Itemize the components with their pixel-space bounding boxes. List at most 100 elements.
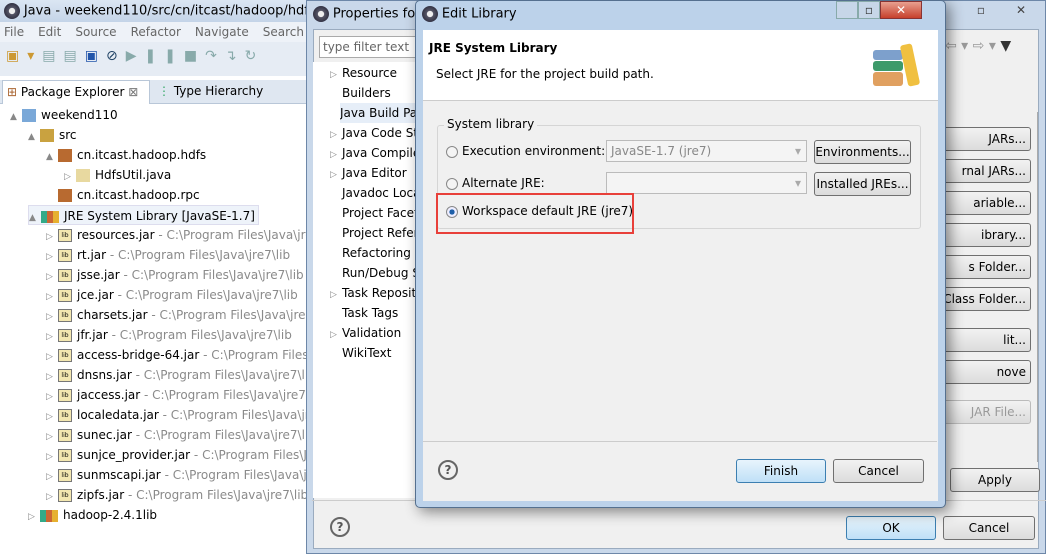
expand-toggle-icon[interactable]: ▷ <box>330 165 342 183</box>
expand-toggle-icon[interactable]: ▷ <box>46 387 58 407</box>
expand-toggle-icon[interactable]: ▲ <box>28 127 40 147</box>
tree-item[interactable]: ▷ lib jfr.jar - C:\Program Files\Java\jre7… <box>46 325 292 345</box>
menu-source[interactable]: Source <box>75 22 116 42</box>
finish-button[interactable]: Finish <box>736 459 826 483</box>
tree-item[interactable]: ▷ lib sunjce_provider.jar - C:\Program Fil… <box>46 445 306 465</box>
tree-item[interactable]: ▷ lib jsse.jar - C:\Program Files\Java\jre… <box>46 265 304 285</box>
close-button[interactable]: ✕ <box>880 1 922 19</box>
expand-toggle-icon[interactable]: ▷ <box>46 407 58 427</box>
properties-page-item[interactable]: Run/Debug Settings <box>330 263 418 283</box>
jar-icon: lib <box>58 229 72 242</box>
minimize-button[interactable] <box>836 1 858 19</box>
maximize-button[interactable]: ▫ <box>858 1 880 19</box>
apply-button[interactable]: Apply <box>950 468 1040 492</box>
expand-toggle-icon[interactable]: ▷ <box>46 327 58 347</box>
tree-item[interactable]: ▷ HdfsUtil.java <box>64 165 171 185</box>
expand-toggle-icon[interactable]: ▷ <box>46 487 58 507</box>
properties-page-item[interactable]: Project References <box>330 223 418 243</box>
expand-toggle-icon[interactable]: ▷ <box>46 367 58 387</box>
tree-item[interactable]: cn.itcast.hadoop.rpc <box>46 185 200 205</box>
expand-toggle-icon[interactable]: ▷ <box>330 325 342 343</box>
properties-page-item[interactable]: ▷Task Repository <box>330 283 418 303</box>
save-icon[interactable]: ▤▤ <box>42 48 84 64</box>
expand-toggle-icon[interactable]: ▷ <box>46 447 58 467</box>
radio-alternate-jre[interactable]: Alternate JRE: <box>446 176 545 190</box>
expand-toggle-icon[interactable]: ▷ <box>46 307 58 327</box>
tree-item[interactable]: ▷ lib charsets.jar - C:\Program Files\Java… <box>46 305 306 325</box>
properties-page-item[interactable]: ▷Java Code Style <box>330 123 418 143</box>
expand-toggle-icon[interactable]: ▷ <box>64 167 76 187</box>
tree-item[interactable]: ▷ lib jaccess.jar - C:\Program Files\Java\… <box>46 385 306 405</box>
environments-button[interactable]: Environments... <box>814 140 911 164</box>
tree-item[interactable]: ▷ lib dnsns.jar - C:\Program Files\Java\jr… <box>46 365 306 385</box>
expand-toggle-icon[interactable]: ▷ <box>330 285 342 303</box>
jar-icon: lib <box>58 309 72 322</box>
tree-item[interactable]: ▷ lib localedata.jar - C:\Program Files\Ja… <box>46 405 306 425</box>
tree-item[interactable]: ▷ lib jce.jar - C:\Program Files\Java\jre7… <box>46 285 298 305</box>
radio-button[interactable] <box>446 145 458 158</box>
tree-item[interactable]: ▷ lib zipfs.jar - C:\Program Files\Java\jr… <box>46 485 306 505</box>
new-icon[interactable]: ▣▾ <box>6 48 42 64</box>
expand-toggle-icon[interactable]: ▷ <box>46 227 58 247</box>
properties-cancel-button[interactable]: Cancel <box>943 516 1035 540</box>
filter-input[interactable]: type filter text <box>319 36 419 58</box>
expand-toggle-icon[interactable]: ▲ <box>10 107 22 127</box>
nav-arrows-icon[interactable]: ⇦ ▾ ⇨ ▾ ▼ <box>945 38 1011 54</box>
expand-toggle-icon[interactable]: ▷ <box>46 427 58 447</box>
debug-controls-icon[interactable]: ▶❚❚■↷↴↻ <box>126 48 265 64</box>
properties-page-item[interactable]: ▷ Validation <box>330 323 418 343</box>
expand-toggle-icon[interactable]: ▷ <box>46 287 58 307</box>
tree-item[interactable]: ▲ src <box>28 125 77 145</box>
tree-item[interactable]: ▲ weekend110 <box>10 105 118 125</box>
expand-toggle-icon[interactable]: ▷ <box>330 125 342 143</box>
expand-toggle-icon[interactable]: ▷ <box>46 347 58 367</box>
expand-toggle-icon[interactable]: ▷ <box>330 65 342 83</box>
menu-search[interactable]: Search <box>263 22 304 42</box>
properties-page-item[interactable]: ▷ Resource <box>330 63 418 83</box>
properties-page-item[interactable]: Refactoring History <box>330 243 418 263</box>
radio-execution-environment[interactable]: Execution environment: <box>446 144 605 158</box>
properties-page-item[interactable]: Javadoc Location <box>330 183 418 203</box>
expand-toggle-icon[interactable]: ▲ <box>46 147 58 167</box>
expand-toggle-icon[interactable]: ▷ <box>46 267 58 287</box>
tree-item[interactable]: ▷ lib sunec.jar - C:\Program Files\Java\jr… <box>46 425 306 445</box>
expand-toggle-icon[interactable]: ▷ <box>28 507 40 527</box>
help-icon[interactable]: ? <box>438 460 458 480</box>
menu-refactor[interactable]: Refactor <box>131 22 181 42</box>
ok-button[interactable]: OK <box>846 516 936 540</box>
edit-library-cancel-button[interactable]: Cancel <box>833 459 924 483</box>
close-button[interactable]: ✕ <box>1001 3 1041 21</box>
properties-page-item[interactable]: Task Tags <box>330 303 418 323</box>
expand-toggle-icon[interactable]: ▷ <box>330 145 342 163</box>
properties-page-item[interactable]: Project Facets <box>330 203 418 223</box>
skip-breakpoints-icon[interactable]: ⊘ <box>106 48 126 64</box>
expand-toggle-icon[interactable]: ▷ <box>46 467 58 487</box>
tree-item-label: charsets.jar <box>77 308 148 322</box>
tree-item[interactable]: ▷ lib sunmscapi.jar - C:\Program Files\Jav… <box>46 465 306 485</box>
properties-page-item[interactable]: WikiText <box>330 343 418 363</box>
tree-item[interactable]: ▷ lib rt.jar - C:\Program Files\Java\jre7\… <box>46 245 290 265</box>
expand-toggle-icon[interactable]: ▲ <box>29 208 41 228</box>
maximize-button[interactable]: ▫ <box>967 3 995 21</box>
tree-item[interactable]: ▲ JRE System Library [JavaSE-1.7] <box>28 205 259 225</box>
properties-page-item[interactable]: ▷ Java Compiler <box>330 143 418 163</box>
close-tab-icon[interactable]: ⊠ <box>128 85 138 99</box>
tree-item[interactable]: ▲ cn.itcast.hadoop.hdfs <box>46 145 206 165</box>
alternate-jre-combo[interactable] <box>606 172 807 194</box>
expand-toggle-icon[interactable]: ▷ <box>46 247 58 267</box>
tab-package-explorer[interactable]: ⊞ Package Explorer ⊠ <box>2 80 150 104</box>
tree-item[interactable]: ▷ lib resources.jar - C:\Program Files\Jav… <box>46 225 306 245</box>
properties-page-item[interactable]: ▷ Java Editor <box>330 163 418 183</box>
tree-item[interactable]: ▷ lib access-bridge-64.jar - C:\Program Fi… <box>46 345 306 365</box>
tree-item[interactable]: ▷ hadoop-2.4.1lib <box>28 505 157 525</box>
help-icon[interactable]: ? <box>330 517 350 537</box>
console-icon[interactable]: ▣ <box>85 48 106 64</box>
tab-type-hierarchy[interactable]: ⋮ Type Hierarchy <box>154 80 267 104</box>
installed-jres-button[interactable]: Installed JREs... <box>814 172 911 196</box>
menu-navigate[interactable]: Navigate <box>195 22 249 42</box>
execution-environment-combo[interactable]: JavaSE-1.7 (jre7) <box>606 140 807 162</box>
menu-file[interactable]: File <box>4 22 24 42</box>
radio-button[interactable] <box>446 177 458 190</box>
properties-page-item[interactable]: Builders <box>330 83 418 103</box>
menu-edit[interactable]: Edit <box>38 22 61 42</box>
